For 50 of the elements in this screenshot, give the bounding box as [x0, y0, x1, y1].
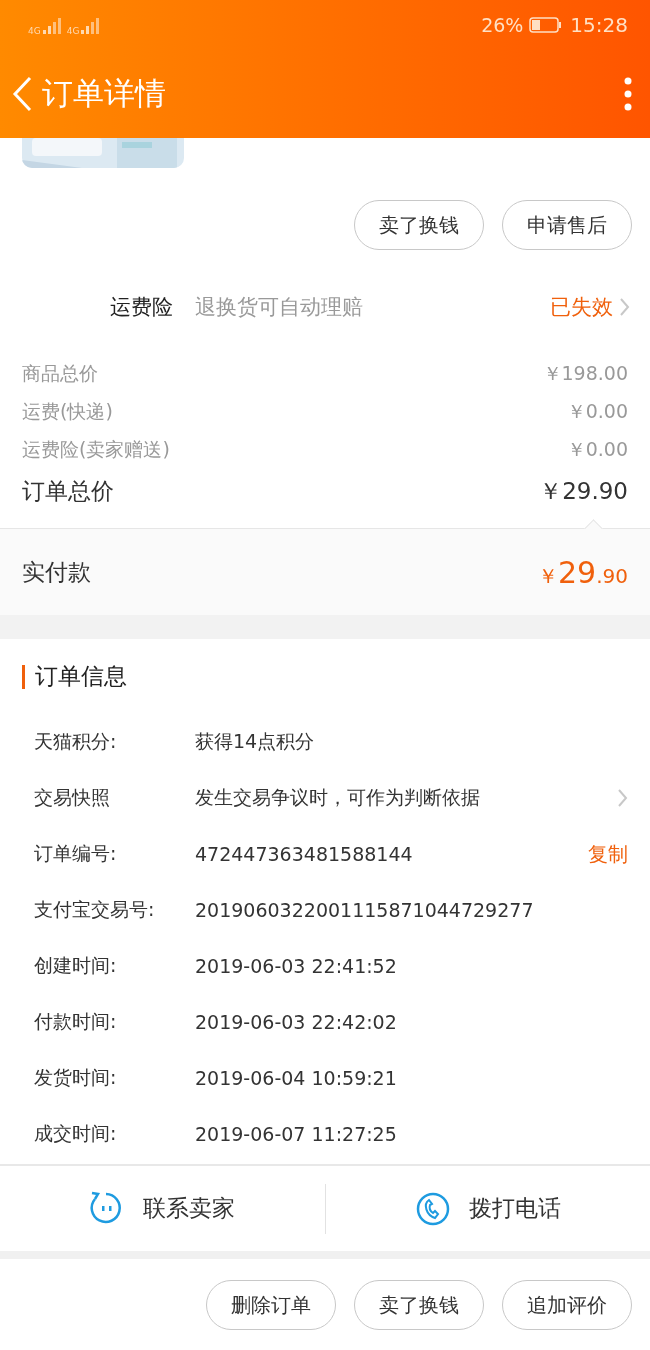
- info-value: 2019-06-04 10:59:21: [195, 1067, 398, 1089]
- action-button[interactable]: 卖了换钱: [354, 200, 484, 250]
- paid-amount: ￥29.90: [538, 554, 628, 590]
- price-value: ￥198.00: [542, 361, 628, 386]
- info-label: 发货时间:: [34, 1065, 118, 1090]
- back-icon[interactable]: [10, 75, 34, 113]
- info-value: 2019060322001115871044729277: [195, 899, 535, 921]
- info-label: 成交时间:: [34, 1121, 118, 1146]
- status-time: 15:28: [570, 13, 628, 37]
- action-button[interactable]: 申请售后: [502, 200, 632, 250]
- paid-label: 实付款: [22, 557, 91, 587]
- signal-icon: [81, 16, 100, 34]
- action-button[interactable]: 卖了换钱: [354, 1280, 484, 1330]
- info-value: 2019-06-07 11:27:25: [195, 1123, 398, 1145]
- info-value: 获得14点积分: [195, 729, 316, 754]
- action-button[interactable]: 追加评价: [502, 1280, 632, 1330]
- action-button[interactable]: 删除订单: [206, 1280, 336, 1330]
- insurance-description: 退换货可自动理赔: [195, 294, 364, 321]
- insurance-label: 运费险: [110, 294, 173, 321]
- page-title: 订单详情: [42, 74, 167, 113]
- contact-button[interactable]: 联系卖家: [0, 1183, 325, 1234]
- info-value: 2019-06-03 22:41:52: [195, 955, 398, 977]
- info-label: 交易快照: [34, 785, 111, 810]
- chevron-icon[interactable]: [617, 788, 628, 808]
- info-label: 创建时间:: [34, 953, 118, 978]
- more-icon[interactable]: [624, 77, 632, 111]
- price-value: ￥0.00: [566, 437, 628, 462]
- price-value: ￥0.00: [566, 399, 628, 424]
- info-label: 付款时间:: [34, 1009, 118, 1034]
- chevron-icon[interactable]: [619, 297, 630, 317]
- contact-button[interactable]: 拨打电话: [325, 1183, 650, 1234]
- info-label: 支付宝交易号:: [34, 897, 156, 922]
- info-label: 天猫积分:: [34, 729, 118, 754]
- price-label: 运费(快递): [22, 399, 113, 424]
- price-label: 订单总价: [22, 476, 114, 506]
- signal-icon: [42, 16, 61, 34]
- phone-icon: [414, 1190, 451, 1227]
- info-value: 发生交易争议时，可作为判断依据: [195, 785, 481, 810]
- price-value: ￥29.90: [539, 476, 628, 506]
- section-title: 订单信息: [35, 662, 127, 691]
- price-label: 运费险(卖家赠送): [22, 437, 170, 462]
- price-label: 商品总价: [22, 361, 98, 386]
- info-label: 订单编号:: [34, 841, 118, 866]
- info-value: 472447363481588144: [195, 843, 414, 865]
- info-value: 2019-06-03 22:42:02: [195, 1011, 398, 1033]
- battery-icon: [529, 17, 563, 33]
- network-label: 4G: [28, 26, 41, 36]
- network-label: 4G: [66, 26, 80, 36]
- battery-percent: 26%: [481, 14, 524, 36]
- section-marker: [22, 664, 25, 689]
